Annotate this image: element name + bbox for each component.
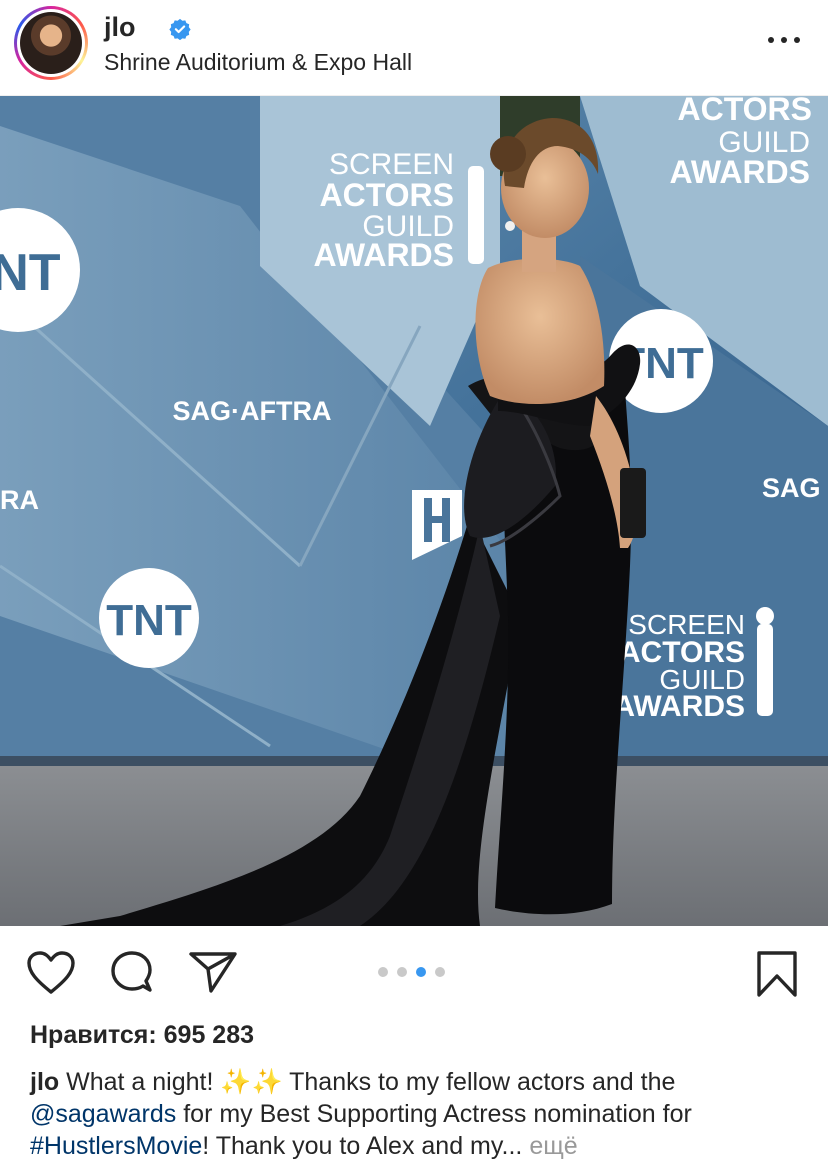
- post-location[interactable]: Shrine Auditorium & Expo Hall: [104, 49, 412, 76]
- likes-count[interactable]: Нравится: 695 283: [30, 1021, 254, 1050]
- comment-icon[interactable]: [108, 950, 156, 998]
- sag-aftra-text: SAG·AFTRA: [173, 396, 332, 426]
- post-photo[interactable]: TNT TNT TNT SAG·AFTRA SAG RA SCREEN ACTO…: [0, 96, 828, 926]
- tnt-logo-text: TNT: [0, 244, 61, 302]
- logo-awards: AWARDS: [670, 154, 810, 190]
- ra-partial-text: RA: [0, 485, 39, 515]
- carousel-dot: [435, 967, 445, 977]
- logo-awards: AWARDS: [613, 690, 745, 723]
- carousel-dot: [397, 967, 407, 977]
- avatar-image: [20, 12, 82, 74]
- send-icon[interactable]: [188, 950, 238, 994]
- caption-username[interactable]: jlo: [30, 1068, 59, 1096]
- bookmark-icon[interactable]: [756, 950, 798, 998]
- caption-mention[interactable]: @sagawards: [30, 1100, 176, 1128]
- caption-more-link[interactable]: ещё: [529, 1132, 577, 1160]
- avatar[interactable]: [14, 6, 88, 80]
- logo-awards: AWARDS: [314, 237, 454, 273]
- caption-text: What a night! ✨✨ Thanks to my fellow act…: [59, 1068, 676, 1096]
- post-header: jlo Shrine Auditorium & Expo Hall: [0, 0, 828, 96]
- logo-actors: ACTORS: [319, 177, 454, 213]
- sag-partial-text: SAG: [762, 473, 821, 503]
- post-username[interactable]: jlo: [104, 12, 136, 43]
- caption-text: for my Best Supporting Actress nominatio…: [176, 1100, 692, 1128]
- carousel-indicator: [378, 967, 445, 977]
- logo-actors: ACTORS: [677, 96, 812, 127]
- caption-hashtag[interactable]: #HustlersMovie: [30, 1132, 202, 1160]
- tnt-logo-text: TNT: [106, 596, 192, 645]
- heart-icon[interactable]: [26, 950, 76, 996]
- tnt-logo: TNT: [99, 568, 199, 668]
- more-options-icon[interactable]: [768, 30, 800, 50]
- post-caption: jlo What a night! ✨✨ Thanks to my fellow…: [30, 1066, 810, 1162]
- caption-text: ! Thank you to Alex and my...: [202, 1132, 530, 1160]
- carousel-dot-active: [416, 967, 426, 977]
- verified-badge-icon: [169, 18, 191, 40]
- carousel-dot: [378, 967, 388, 977]
